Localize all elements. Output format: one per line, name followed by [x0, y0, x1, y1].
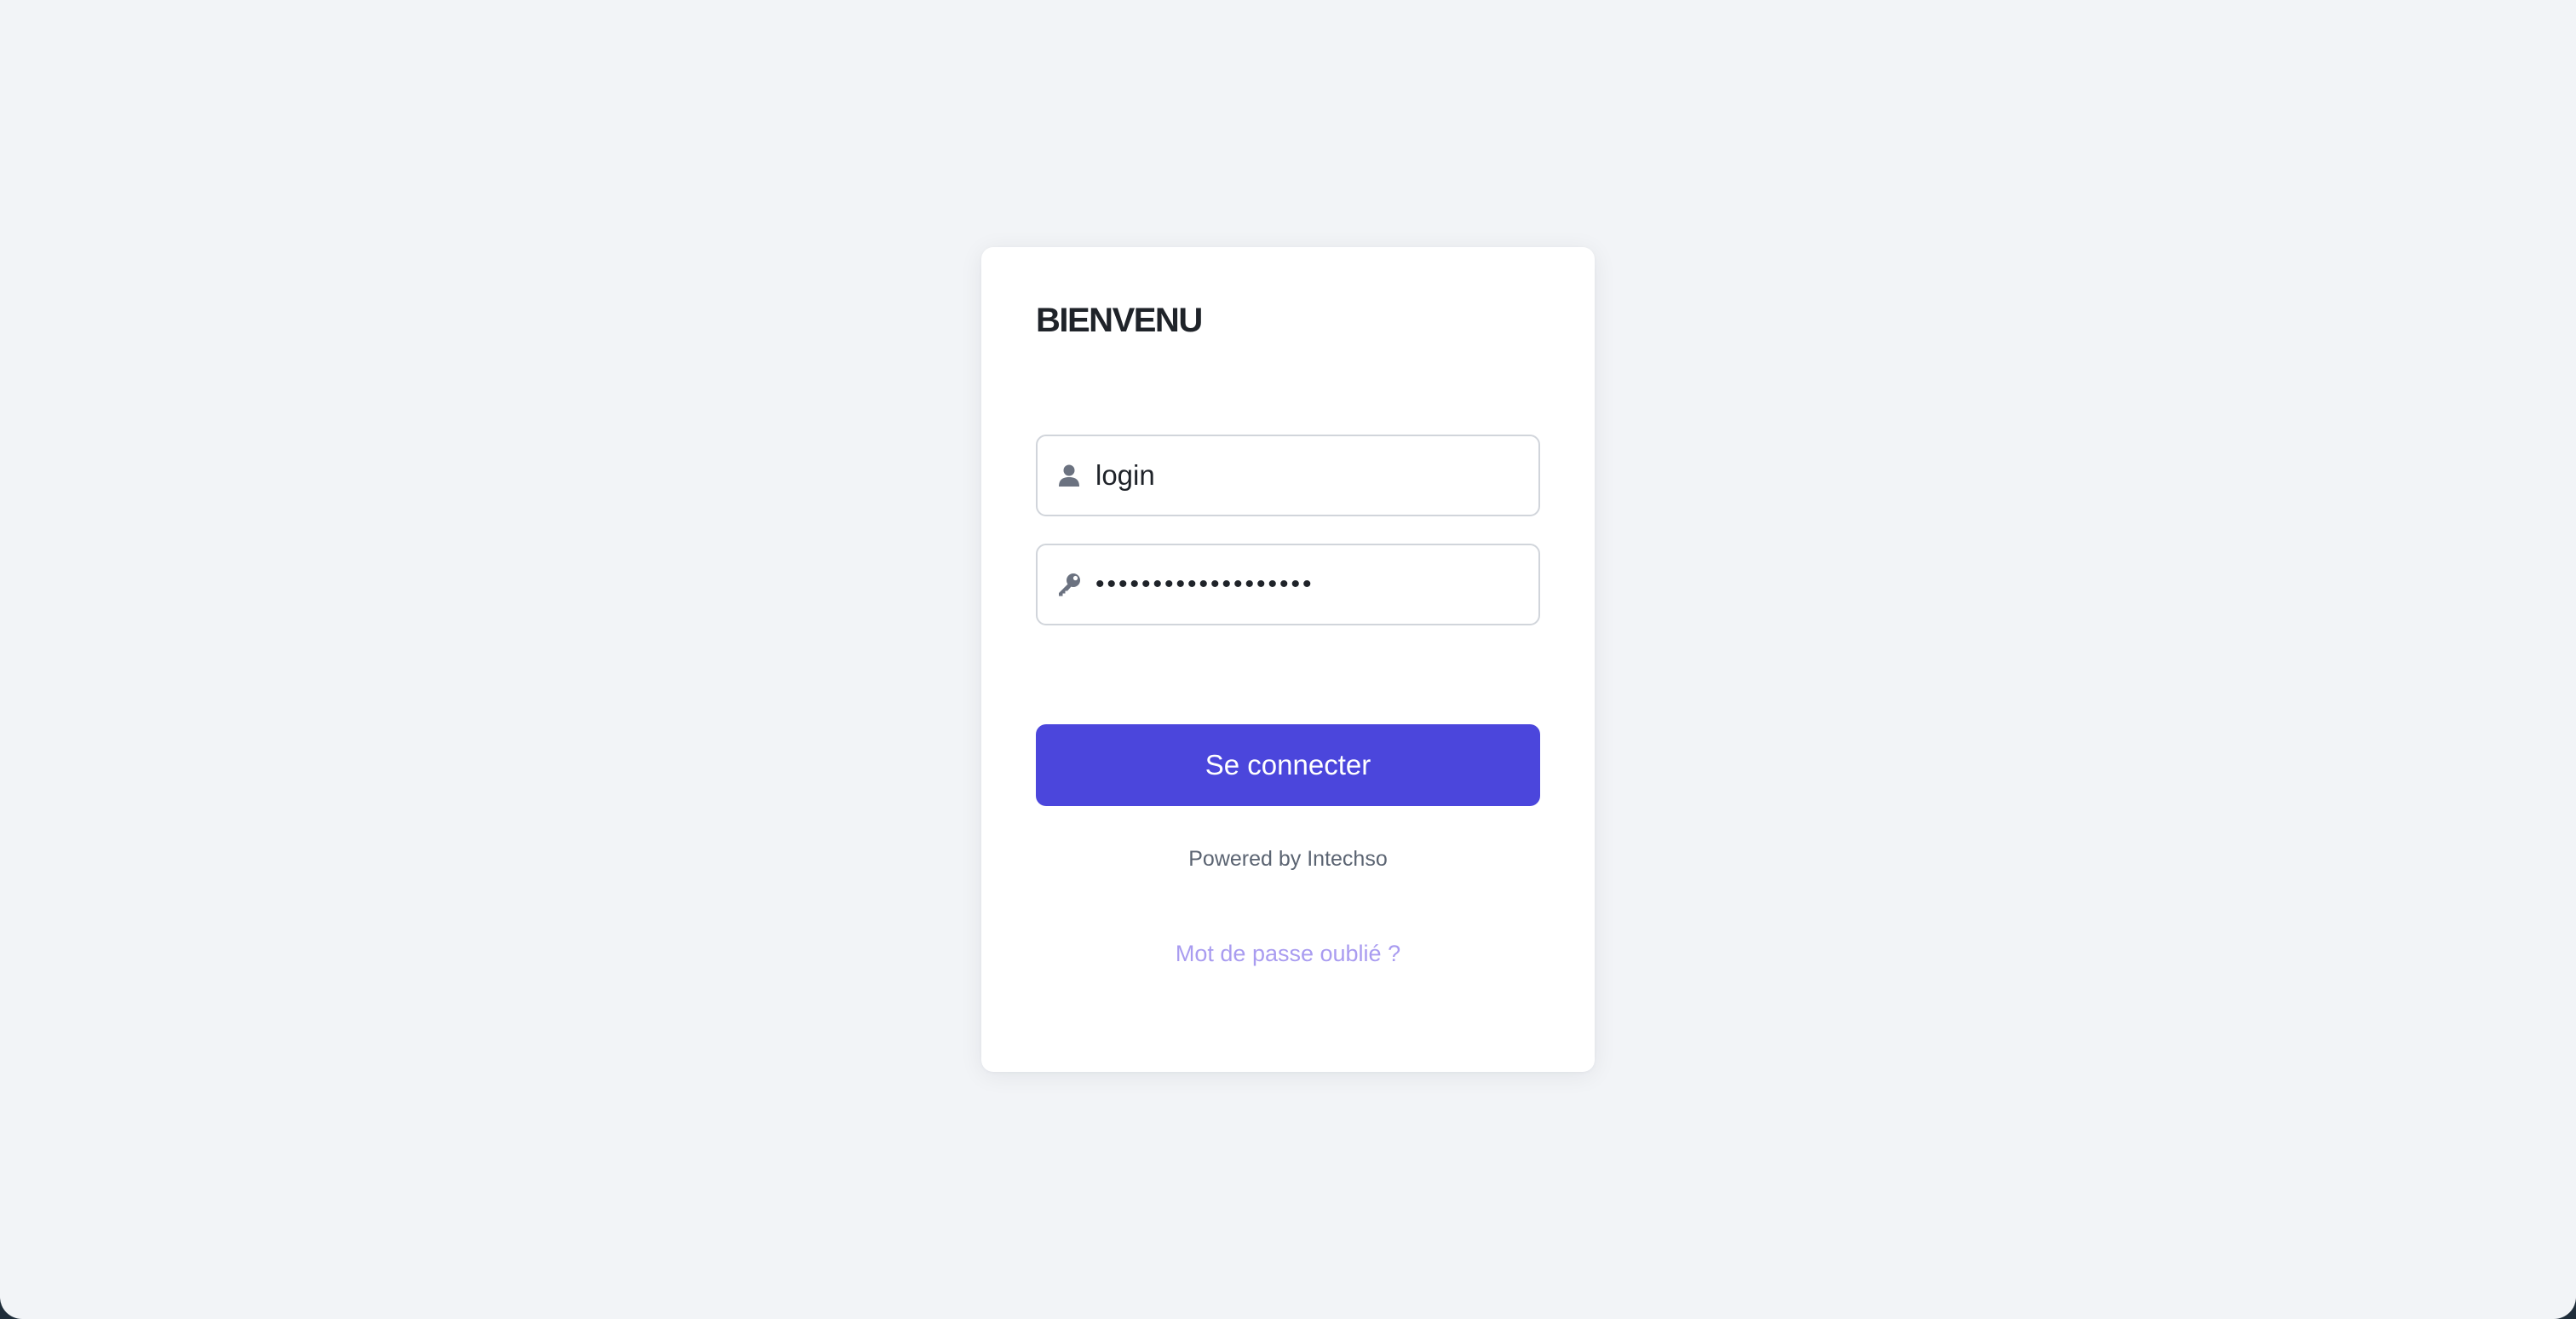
key-icon	[1056, 572, 1082, 597]
login-card: BIENVENU Se connecter Powered by In	[981, 247, 1595, 1072]
password-input[interactable]	[1095, 545, 1521, 624]
login-input[interactable]	[1095, 436, 1521, 515]
forgot-password-link[interactable]: Mot de passe oublié ?	[981, 942, 1595, 965]
powered-by-text: Powered by Intechso	[1188, 847, 1388, 871]
page-background: BIENVENU Se connecter Powered by In	[0, 0, 2576, 1319]
login-field[interactable]	[1036, 435, 1540, 516]
user-icon	[1056, 463, 1082, 488]
login-button[interactable]: Se connecter	[1036, 724, 1540, 806]
password-field[interactable]	[1036, 544, 1540, 625]
page-title: BIENVENU	[1036, 302, 1203, 339]
